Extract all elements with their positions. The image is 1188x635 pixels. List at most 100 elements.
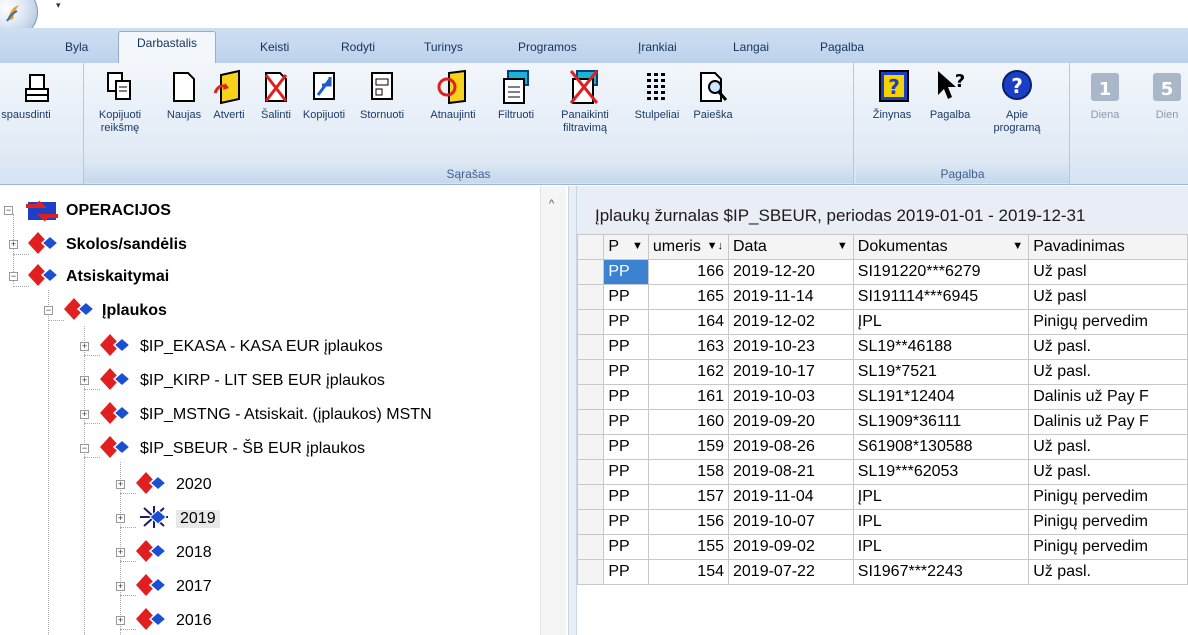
tree-item-skolos[interactable]: + Skolos/sandėlis [0, 230, 540, 260]
type-cell[interactable]: PP [603, 534, 649, 560]
tree-scrollbar[interactable]: ^ [540, 186, 566, 635]
days-button[interactable]: 5 Dien [1142, 65, 1188, 122]
filter-dropdown-icon[interactable]: ▼ [837, 240, 848, 252]
table-row[interactable]: PP 158 2019-08-21 SL19***62053 Už pasl. [576, 459, 1188, 485]
date-cell[interactable]: 2019-09-02 [728, 534, 854, 560]
scroll-up-icon[interactable]: ^ [549, 198, 554, 210]
tree-item-2020[interactable]: + 2020 [0, 470, 540, 500]
type-cell[interactable]: PP [603, 359, 649, 385]
document-cell[interactable]: IPL [852, 509, 1030, 535]
expand-icon[interactable]: + [9, 240, 18, 249]
name-cell[interactable]: Dalinis už Pay F [1028, 384, 1188, 410]
tree-item-ekasa[interactable]: + $IP_EKASA - KASA EUR įplaukos [0, 332, 540, 362]
expand-icon[interactable]: + [80, 342, 89, 351]
date-cell[interactable]: 2019-08-26 [728, 434, 854, 460]
table-row[interactable]: PP 161 2019-10-03 SL191*12404 Dalinis už Pay… [576, 384, 1188, 410]
tab-langai[interactable]: Langai [733, 36, 769, 63]
document-cell[interactable]: SL1909*36111 [852, 409, 1030, 435]
number-cell[interactable]: 163 [647, 334, 730, 360]
row-selector[interactable] [576, 459, 605, 485]
row-selector[interactable] [576, 384, 605, 410]
row-selector[interactable] [576, 534, 605, 560]
name-cell[interactable]: Už pasl. [1028, 559, 1188, 585]
date-cell[interactable]: 2019-09-20 [728, 409, 854, 435]
new-button[interactable]: Naujas [164, 65, 204, 122]
type-cell[interactable]: PP [603, 434, 649, 460]
type-cell[interactable]: PP [603, 409, 649, 435]
table-row[interactable]: PP 162 2019-10-17 SL19*7521 Už pasl. [576, 359, 1188, 385]
column-header-pavadinimas[interactable]: Pavadinimas [1028, 234, 1188, 260]
number-cell[interactable]: 155 [647, 534, 730, 560]
date-cell[interactable]: 2019-07-22 [728, 559, 854, 585]
name-cell[interactable]: Dalinis už Pay F [1028, 409, 1188, 435]
type-cell[interactable]: PP [603, 459, 649, 485]
date-cell[interactable]: 2019-10-17 [728, 359, 854, 385]
number-cell[interactable]: 162 [647, 359, 730, 385]
columns-button[interactable]: Stulpeliai [628, 65, 686, 122]
date-cell[interactable]: 2019-10-03 [728, 384, 854, 410]
number-cell[interactable]: 166 [647, 259, 730, 285]
print-button[interactable]: spausdinti [0, 65, 80, 122]
tab-byla[interactable]: Byla [65, 36, 88, 63]
row-selector[interactable] [576, 559, 605, 585]
date-cell[interactable]: 2019-08-21 [728, 459, 854, 485]
date-cell[interactable]: 2019-11-04 [728, 484, 854, 510]
tab-turinys[interactable]: Turinys [424, 36, 463, 63]
date-cell[interactable]: 2019-12-20 [728, 259, 854, 285]
table-row[interactable]: PP 163 2019-10-23 SL19**46188 Už pasl. [576, 334, 1188, 360]
document-cell[interactable]: SI1967***2243 [852, 559, 1030, 585]
document-cell[interactable]: SL19**46188 [852, 334, 1030, 360]
document-cell[interactable]: SI191114***6945 [852, 284, 1030, 310]
sort-desc-icon[interactable]: ▼↓ [707, 240, 723, 252]
help-book-button[interactable]: ? Žinynas [864, 65, 920, 122]
row-selector[interactable] [576, 409, 605, 435]
row-selector[interactable] [576, 359, 605, 385]
number-cell[interactable]: 159 [647, 434, 730, 460]
help-pointer-button[interactable]: ? Pagalba [922, 65, 978, 122]
tree-root-collapse-icon[interactable]: − [4, 206, 13, 215]
tree-root[interactable]: − OPERACIJOS [0, 196, 540, 226]
table-row[interactable]: PP 160 2019-09-20 SL1909*36111 Dalinis už Pa… [576, 409, 1188, 435]
filter-dropdown-icon[interactable]: ▼ [632, 240, 643, 252]
tree-item-sbeur[interactable]: − $IP_SBEUR - ŠB EUR įplaukos [0, 434, 540, 464]
type-cell[interactable]: PP [603, 259, 649, 285]
document-cell[interactable]: SI191220***6279 [852, 259, 1030, 285]
name-cell[interactable]: Už pasl. [1028, 434, 1188, 460]
tree-item-iplaukos[interactable]: − Įplaukos [0, 296, 540, 326]
document-cell[interactable]: SL19*7521 [852, 359, 1030, 385]
table-row[interactable]: PP 154 2019-07-22 SI1967***2243 Už pasl. [576, 559, 1188, 585]
row-selector[interactable] [576, 484, 605, 510]
expand-icon[interactable]: + [80, 376, 89, 385]
name-cell[interactable]: Už pasl [1028, 259, 1188, 285]
tab-darbastalis[interactable]: Darbastalis [118, 31, 217, 63]
type-cell[interactable]: PP [603, 284, 649, 310]
expand-icon[interactable]: + [116, 480, 125, 489]
row-selector[interactable] [576, 309, 605, 335]
number-cell[interactable]: 165 [647, 284, 730, 310]
tree-item-2016[interactable]: + 2016 [0, 606, 540, 635]
name-cell[interactable]: Pinigų pervedim [1028, 484, 1188, 510]
number-cell[interactable]: 158 [647, 459, 730, 485]
expand-icon[interactable]: + [116, 548, 125, 557]
name-cell[interactable]: Pinigų pervedim [1028, 309, 1188, 335]
date-cell[interactable]: 2019-10-23 [728, 334, 854, 360]
name-cell[interactable]: Už pasl [1028, 284, 1188, 310]
collapse-icon[interactable]: − [9, 272, 18, 281]
remove-filter-button[interactable]: Panaikinti filtravimą [544, 65, 626, 135]
table-row[interactable]: PP 155 2019-09-02 IPL Pinigų pervedim [576, 534, 1188, 560]
name-cell[interactable]: Už pasl. [1028, 334, 1188, 360]
column-header-dokumentas[interactable]: Dokumentas ▼ [852, 234, 1030, 260]
tab-programos[interactable]: Programos [518, 36, 577, 63]
tab-irankiai[interactable]: Įrankiai [638, 36, 677, 63]
document-cell[interactable]: ĮPL [852, 484, 1030, 510]
panel-splitter[interactable] [568, 186, 577, 635]
tab-rodyti[interactable]: Rodyti [341, 36, 375, 63]
number-cell[interactable]: 156 [647, 509, 730, 535]
copy-button[interactable]: Kopijuoti [300, 65, 348, 122]
row-selector[interactable] [576, 334, 605, 360]
number-cell[interactable]: 157 [647, 484, 730, 510]
tree-item-mstng[interactable]: + $IP_MSTNG - Atsiskait. (įplaukos) MSTN [0, 400, 540, 430]
table-row[interactable]: PP 159 2019-08-26 S61908*130588 Už pasl. [576, 434, 1188, 460]
collapse-icon[interactable]: − [44, 306, 53, 315]
row-selector[interactable] [576, 259, 605, 285]
